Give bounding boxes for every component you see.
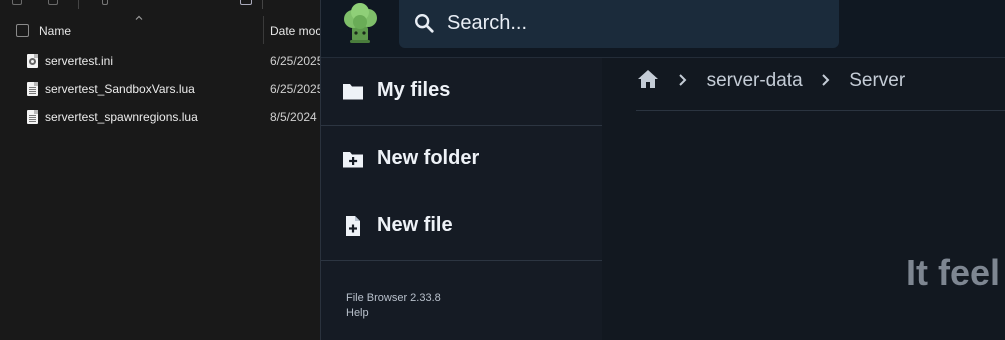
top-bar — [321, 0, 1005, 58]
toolbar-button[interactable] — [48, 0, 58, 5]
text-file-icon — [27, 110, 38, 124]
folder-icon — [343, 84, 363, 100]
text-file-icon — [27, 82, 38, 96]
breadcrumb-item[interactable]: Server — [849, 70, 905, 91]
file-name: servertest.ini — [45, 54, 114, 68]
new-file-icon — [346, 216, 360, 236]
sidebar-footer: File Browser 2.33.8 Help — [346, 291, 441, 321]
file-date: 8/5/2024 — [270, 110, 317, 124]
breadcrumb-item[interactable]: server-data — [707, 70, 803, 91]
sidebar-item-new-file[interactable]: New file — [321, 201, 602, 251]
toolbar-button[interactable] — [12, 0, 22, 5]
chevron-right-icon — [822, 73, 830, 86]
sidebar-divider — [321, 260, 602, 261]
search-icon — [415, 14, 434, 33]
file-explorer-pane: Name Date moc servertest.ini 6/25/2025 s… — [0, 0, 324, 340]
chevron-right-icon — [679, 73, 687, 86]
file-date: 6/25/2025 — [270, 54, 324, 68]
column-divider[interactable] — [263, 16, 264, 44]
file-browser-window: My files New folder New file File Browse… — [320, 0, 1005, 340]
file-row[interactable]: servertest_spawnregions.lua 8/5/2024 — [0, 103, 320, 131]
search-input[interactable] — [445, 8, 825, 38]
sidebar-item-label: New file — [377, 214, 453, 236]
breadcrumb: server-data Server — [636, 70, 905, 98]
toolbar-button[interactable] — [240, 0, 252, 5]
toolbar-separator — [262, 0, 263, 9]
breadcrumb-divider — [636, 110, 1005, 111]
column-header-row: Name Date moc — [0, 15, 321, 44]
file-row[interactable]: servertest_SandboxVars.lua 6/25/2025 — [0, 75, 324, 103]
sidebar-item-label: New folder — [377, 147, 480, 169]
explorer-toolbar — [0, 0, 320, 10]
empty-folder-message: It feel — [906, 252, 1001, 293]
help-link[interactable]: Help — [346, 306, 441, 321]
version-text: File Browser 2.33.8 — [346, 292, 441, 304]
broccoli-logo-icon[interactable] — [339, 2, 383, 46]
toolbar-button[interactable] — [102, 0, 108, 5]
sort-ascending-icon — [135, 15, 143, 20]
sidebar-item-my-files[interactable]: My files — [321, 66, 602, 116]
search-bar[interactable] — [399, 0, 839, 48]
file-name: servertest_spawnregions.lua — [45, 110, 198, 124]
sidebar: My files New folder New file File Browse… — [321, 58, 602, 340]
sidebar-divider — [321, 125, 602, 126]
select-all-checkbox[interactable] — [16, 24, 29, 37]
column-header-date[interactable]: Date moc — [270, 24, 321, 38]
settings-file-icon — [27, 54, 38, 68]
main-content: server-data Server It feel — [602, 58, 1005, 340]
sidebar-item-new-folder[interactable]: New folder — [321, 134, 602, 184]
file-date: 6/25/2025 — [270, 82, 324, 96]
file-name: servertest_SandboxVars.lua — [45, 82, 195, 96]
sidebar-item-label: My files — [377, 79, 451, 101]
home-icon[interactable] — [636, 67, 660, 91]
file-row[interactable]: servertest.ini 6/25/2025 — [0, 47, 324, 75]
toolbar-separator — [78, 0, 79, 9]
new-folder-icon — [343, 152, 363, 168]
column-header-name[interactable]: Name — [39, 24, 71, 38]
